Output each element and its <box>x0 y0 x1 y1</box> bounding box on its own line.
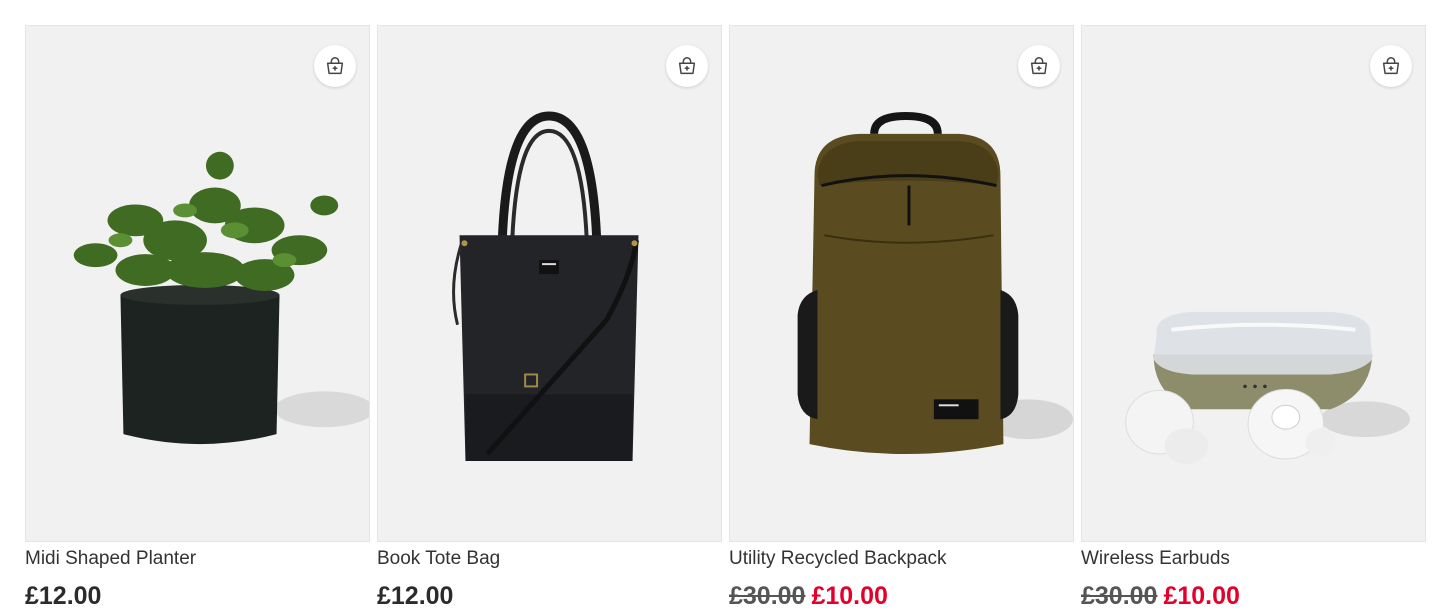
price-row: £12.00 <box>25 582 370 610</box>
add-to-bag-button[interactable] <box>1370 45 1412 87</box>
product-card[interactable]: Utility Recycled Backpack £30.00 £10.00 <box>729 25 1074 610</box>
product-name[interactable]: Utility Recycled Backpack <box>729 548 1074 570</box>
product-grid: Midi Shaped Planter £12.00 Book Tote Bag… <box>25 25 1426 610</box>
backpack-image <box>797 111 1073 455</box>
product-name[interactable]: Book Tote Bag <box>377 548 722 570</box>
price-row: £30.00 £10.00 <box>729 582 1074 610</box>
add-to-bag-button[interactable] <box>314 45 356 87</box>
product-card[interactable]: Book Tote Bag £12.00 <box>377 25 722 610</box>
add-to-bag-button[interactable] <box>666 45 708 87</box>
bag-plus-icon <box>1030 57 1048 75</box>
bag-plus-icon <box>678 57 696 75</box>
earbuds-image <box>1125 311 1411 464</box>
bag-plus-icon <box>326 57 344 75</box>
product-image[interactable] <box>25 25 370 542</box>
product-price: £12.00 <box>25 582 102 610</box>
original-price: £30.00 <box>1081 582 1158 610</box>
product-name[interactable]: Midi Shaped Planter <box>25 548 370 570</box>
product-price: £12.00 <box>377 582 454 610</box>
bag-plus-icon <box>1382 57 1400 75</box>
price-row: £30.00 £10.00 <box>1081 582 1426 610</box>
price-row: £12.00 <box>377 582 722 610</box>
tote-bag-image <box>452 111 639 461</box>
product-image[interactable] <box>729 25 1074 542</box>
sale-price: £10.00 <box>1163 582 1240 610</box>
product-image[interactable] <box>377 25 722 542</box>
product-card[interactable]: Midi Shaped Planter £12.00 <box>25 25 370 610</box>
product-card[interactable]: Wireless Earbuds £30.00 £10.00 <box>1081 25 1426 610</box>
sale-price: £10.00 <box>811 582 888 610</box>
original-price: £30.00 <box>729 582 806 610</box>
add-to-bag-button[interactable] <box>1018 45 1060 87</box>
planter-image <box>73 151 369 445</box>
product-name[interactable]: Wireless Earbuds <box>1081 548 1426 570</box>
product-image[interactable] <box>1081 25 1426 542</box>
